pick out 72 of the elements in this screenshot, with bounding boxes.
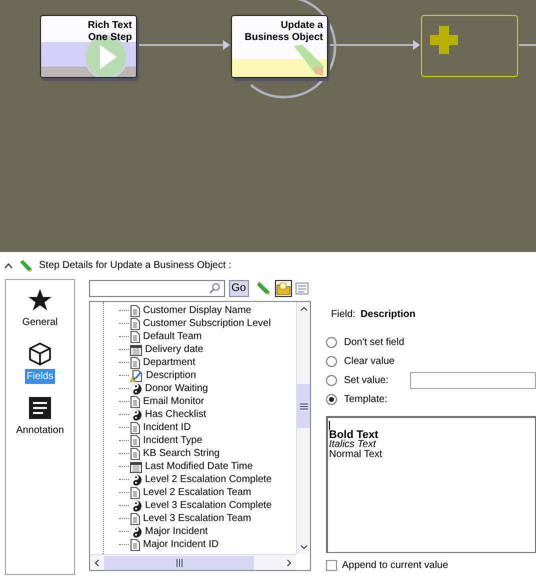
nav-item[interactable]: General — [20, 288, 60, 330]
pencil-icon — [256, 280, 271, 296]
calendar-icon — [130, 460, 142, 472]
calendar-icon — [130, 344, 142, 356]
bold-text-line: Bold Text — [329, 430, 378, 440]
yin-yang-icon — [130, 474, 142, 486]
vertical-scrollbar[interactable] — [296, 302, 310, 554]
go-button[interactable]: Go — [228, 280, 248, 296]
star-icon — [28, 288, 52, 312]
text-line: Normal Text — [329, 450, 382, 460]
pencil-icon — [19, 258, 33, 272]
value-input[interactable] — [410, 372, 536, 389]
tree-item[interactable]: Description — [146, 370, 196, 382]
tree-item[interactable]: Incident ID — [143, 422, 191, 434]
tree-item[interactable]: Has Checklist — [145, 408, 206, 420]
toolbar-button[interactable] — [274, 280, 292, 296]
cube-icon — [28, 342, 52, 366]
radio-button[interactable] — [326, 394, 337, 405]
add-step-node[interactable] — [421, 15, 518, 77]
folder-icon — [276, 280, 290, 296]
field-label: Field: — [331, 308, 356, 322]
step-node[interactable]: Rich Text One Step — [40, 15, 137, 78]
yin-yang-icon — [130, 408, 142, 420]
checkbox-label[interactable]: Append to current value — [342, 558, 448, 573]
tree-item[interactable]: Email Monitor — [143, 396, 204, 408]
radio-label[interactable]: Clear value — [344, 354, 395, 369]
tree-item[interactable]: KB Search String — [143, 448, 220, 460]
collapse-caret-icon[interactable] — [4, 262, 13, 268]
radio-button[interactable] — [326, 337, 337, 348]
pencil-icon — [292, 44, 326, 77]
tree-item[interactable]: Major Incident — [145, 526, 208, 538]
radio-button[interactable] — [326, 375, 337, 386]
tree-item[interactable]: Last Modified Date Time — [145, 460, 253, 472]
tree-item[interactable]: Default Team — [143, 330, 202, 342]
step-title: Update a Business Object — [244, 20, 323, 44]
radio-button[interactable] — [326, 356, 337, 367]
grip-icon — [176, 558, 182, 566]
grip-icon — [300, 402, 308, 410]
template-editor[interactable]: Bold Text Italics Text Normal Text — [326, 416, 536, 553]
yin-yang-icon — [130, 382, 142, 394]
tree-item[interactable]: Level 2 Escalation Team — [143, 486, 252, 498]
tree-item[interactable]: Incident Type — [143, 434, 202, 446]
plus-icon — [430, 26, 458, 54]
radio-label[interactable]: Don't set field — [344, 335, 404, 350]
tree-item[interactable]: Customer Display Name — [143, 304, 252, 316]
yin-yang-icon — [130, 526, 142, 538]
details-title: Step Details for Update a Business Object : — [39, 259, 232, 273]
tree-item[interactable]: Level 3 Escalation Team — [143, 512, 252, 524]
tree-item[interactable]: Level 3 Escalation Complete — [145, 500, 272, 512]
nav-item[interactable]: Annotation — [14, 396, 66, 438]
list-icon — [295, 280, 310, 296]
search-icon — [208, 282, 220, 294]
step-node[interactable]: Update a Business Object — [231, 15, 328, 78]
tree-item[interactable]: Level 2 Escalation Complete — [145, 474, 272, 486]
search-field[interactable] — [89, 280, 225, 296]
tree-item[interactable]: Delivery date — [145, 344, 204, 356]
tree-item[interactable]: Donor Waiting — [145, 382, 208, 394]
tree-item[interactable]: Major Incident ID — [143, 538, 219, 550]
tree-item[interactable]: Customer Subscription Level — [143, 318, 271, 330]
radio-label[interactable]: Set value: — [344, 373, 388, 388]
scroll-thumb[interactable] — [104, 556, 254, 570]
italic-text-line: Italics Text — [329, 440, 376, 450]
notes-icon — [28, 396, 52, 420]
field-value: Description — [360, 308, 416, 322]
warning-document-icon — [130, 370, 143, 382]
yin-yang-icon — [130, 500, 142, 512]
radio-label[interactable]: Template: — [344, 392, 388, 407]
step-title: Rich Text One Step — [86, 20, 132, 44]
tree-item[interactable]: Department — [143, 356, 196, 368]
horizontal-scrollbar[interactable] — [90, 554, 296, 570]
scroll-thumb[interactable] — [297, 384, 310, 428]
checkbox[interactable] — [326, 560, 337, 571]
